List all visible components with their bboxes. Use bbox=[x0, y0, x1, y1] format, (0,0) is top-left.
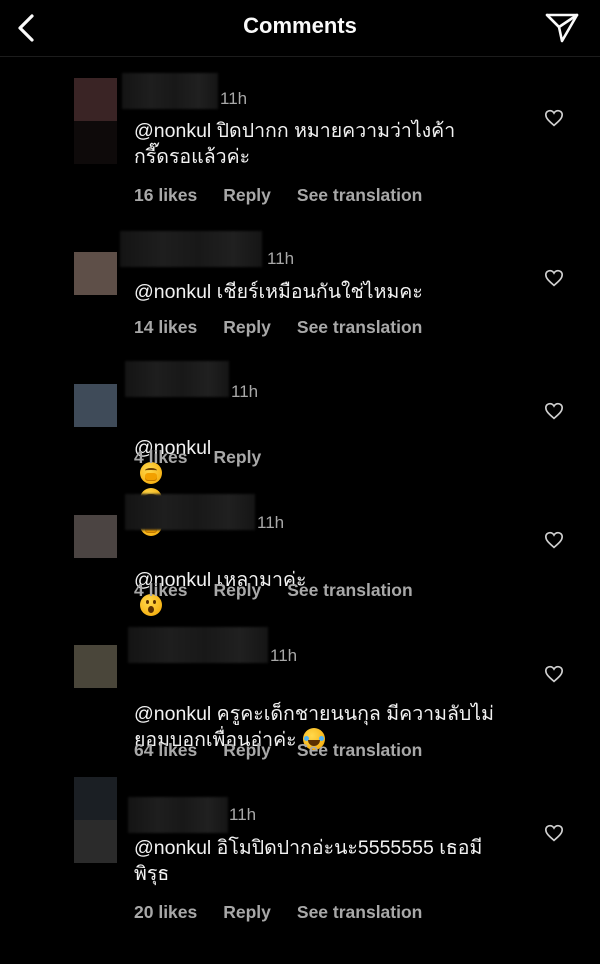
comment-actions: 4 likes Reply See translation bbox=[134, 580, 439, 601]
comment-time: 11h bbox=[231, 382, 259, 401]
avatar[interactable] bbox=[74, 384, 117, 427]
comment-item: 11h @nonkul เชียร์เหมือนกันใช่ไหมคะ 14 l… bbox=[0, 218, 600, 343]
see-translation-link[interactable]: See translation bbox=[297, 902, 422, 923]
reply-button[interactable]: Reply bbox=[223, 317, 271, 338]
likes-count[interactable]: 4 likes bbox=[134, 580, 188, 601]
reply-button[interactable]: Reply bbox=[223, 902, 271, 923]
header-bar: Comments bbox=[0, 0, 600, 57]
comment-item: 11h @nonkul อิโมปิดปากอ่ะนะ5555555 เธอมี… bbox=[0, 776, 600, 936]
reply-button[interactable]: Reply bbox=[223, 185, 271, 206]
reply-button[interactable]: Reply bbox=[223, 740, 271, 761]
comment-time: 11h bbox=[220, 89, 248, 108]
like-heart-icon[interactable] bbox=[544, 402, 564, 420]
username-blurred[interactable] bbox=[120, 231, 262, 267]
likes-count[interactable]: 16 likes bbox=[134, 185, 197, 206]
send-button[interactable] bbox=[544, 10, 580, 46]
see-translation-link[interactable]: See translation bbox=[297, 185, 422, 206]
see-translation-link[interactable]: See translation bbox=[297, 317, 422, 338]
likes-count[interactable]: 14 likes bbox=[134, 317, 197, 338]
comment-item: 11h @nonkul 4 likes Reply bbox=[0, 352, 600, 536]
avatar[interactable] bbox=[74, 515, 117, 558]
username-blurred[interactable] bbox=[128, 627, 268, 663]
comment-text: @nonkul เชียร์เหมือนกันใช่ไหมคะ bbox=[134, 281, 423, 303]
like-heart-icon[interactable] bbox=[544, 269, 564, 287]
username-blurred[interactable] bbox=[125, 494, 255, 530]
avatar[interactable] bbox=[74, 777, 117, 863]
comment-actions: 16 likes Reply See translation bbox=[134, 185, 448, 206]
likes-count[interactable]: 4 likes bbox=[134, 447, 188, 468]
reply-button[interactable]: Reply bbox=[214, 580, 262, 601]
like-heart-icon[interactable] bbox=[544, 824, 564, 842]
comment-item: 11h @nonkul เหลามาค่ะ 4 likes Reply See … bbox=[0, 485, 600, 616]
reply-button[interactable]: Reply bbox=[214, 447, 262, 468]
comment-actions: 14 likes Reply See translation bbox=[134, 317, 448, 338]
comment-time: 11h bbox=[267, 249, 295, 268]
comment-item: 11h @nonkul ครูคะเด็กชายนนกุล มีความลับไ… bbox=[0, 618, 600, 768]
avatar[interactable] bbox=[74, 252, 117, 295]
see-translation-link[interactable]: See translation bbox=[287, 580, 412, 601]
see-translation-link[interactable]: See translation bbox=[297, 740, 422, 761]
avatar[interactable] bbox=[74, 78, 117, 164]
comment-item: 11h @nonkul ปิดปากก หมายความว่าไงค้า กรี… bbox=[0, 60, 600, 210]
comment-time: 11h bbox=[257, 513, 285, 532]
username-blurred[interactable] bbox=[122, 73, 218, 109]
like-heart-icon[interactable] bbox=[544, 531, 564, 549]
like-heart-icon[interactable] bbox=[544, 109, 564, 127]
comment-actions: 20 likes Reply See translation bbox=[134, 902, 448, 923]
comment-text: @nonkul ปิดปากก หมายความว่าไงค้า กรี๊ดรอ… bbox=[134, 120, 456, 168]
comment-actions: 4 likes Reply bbox=[134, 447, 287, 468]
likes-count[interactable]: 64 likes bbox=[134, 740, 197, 761]
paper-plane-icon bbox=[545, 13, 579, 43]
likes-count[interactable]: 20 likes bbox=[134, 902, 197, 923]
comment-actions: 64 likes Reply See translation bbox=[134, 740, 448, 761]
username-blurred[interactable] bbox=[125, 361, 229, 397]
comment-text: @nonkul อิโมปิดปากอ่ะนะ5555555 เธอมี พิร… bbox=[134, 837, 483, 885]
like-heart-icon[interactable] bbox=[544, 665, 564, 683]
page-title: Comments bbox=[243, 13, 357, 38]
username-blurred[interactable] bbox=[128, 797, 228, 833]
avatar[interactable] bbox=[74, 645, 117, 688]
comment-time: 11h bbox=[229, 805, 257, 824]
comment-time: 11h bbox=[270, 646, 298, 665]
